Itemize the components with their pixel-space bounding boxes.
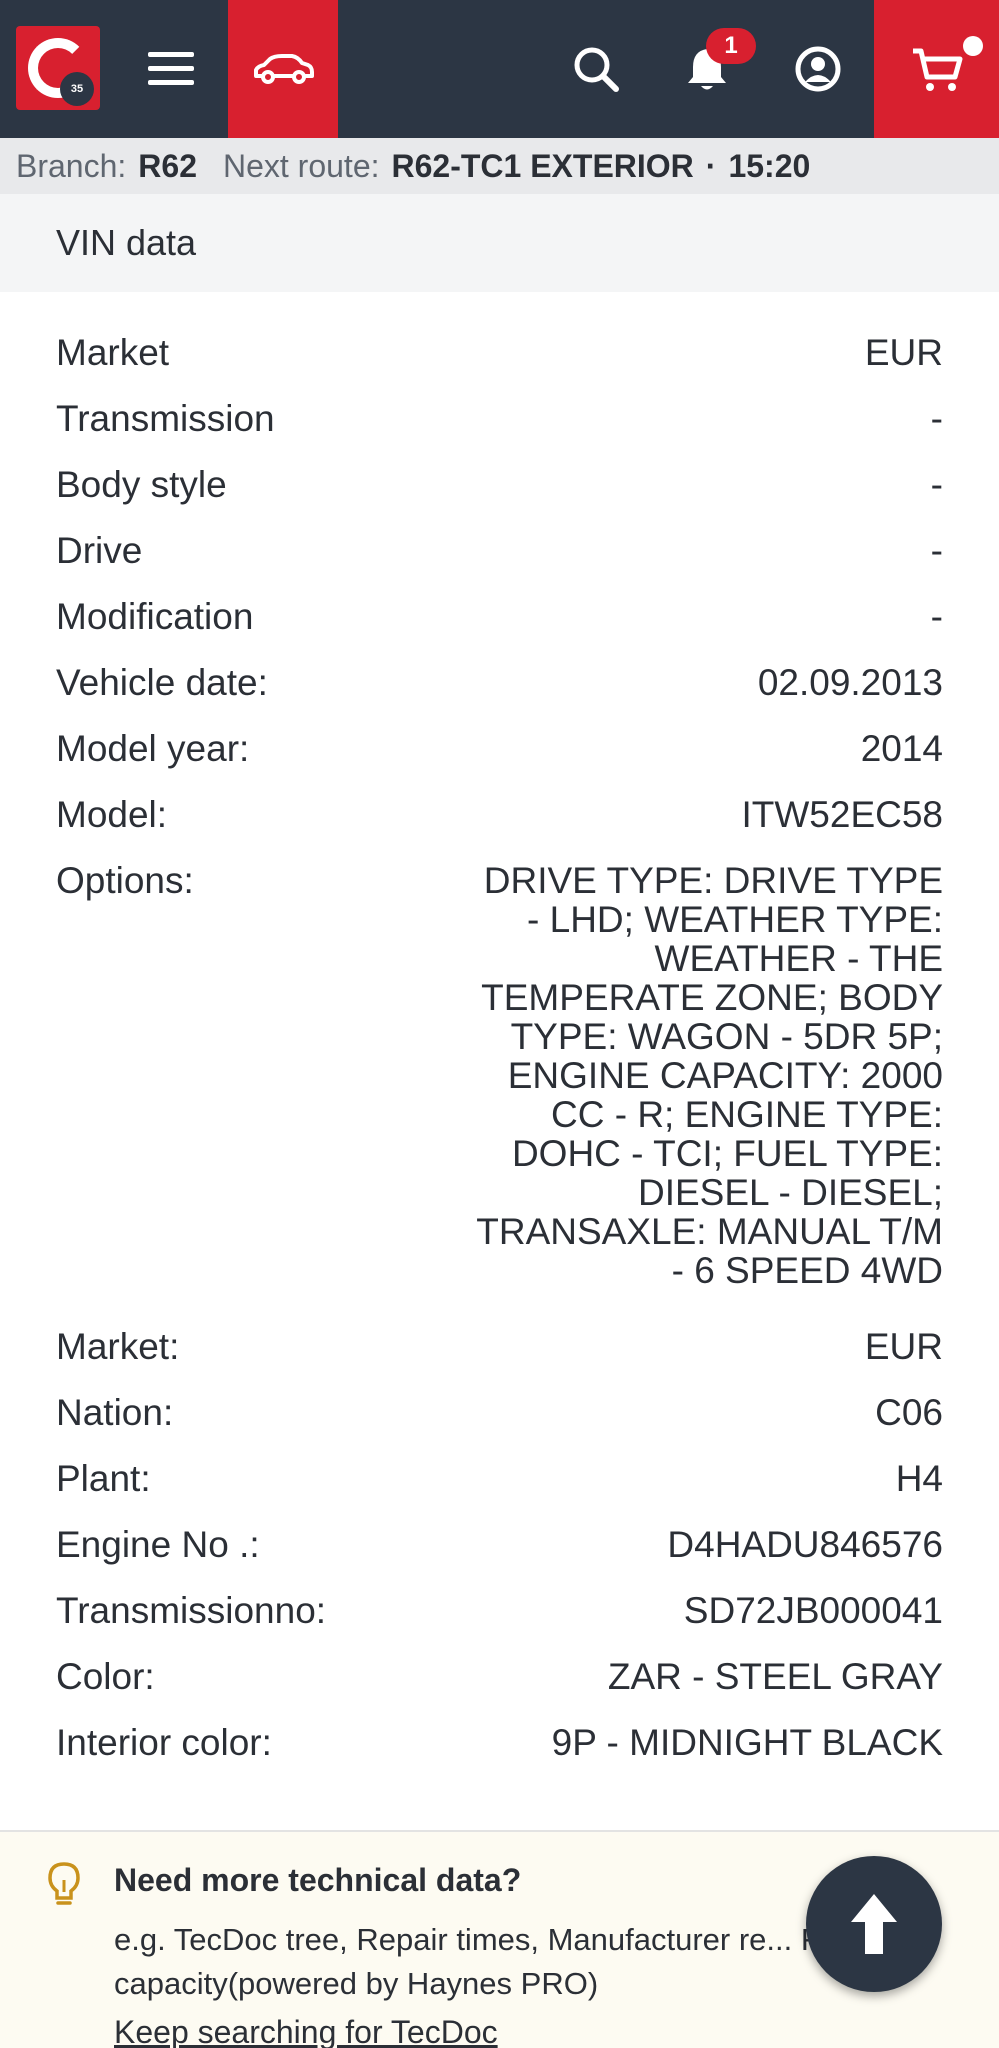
row-value: 2014: [860, 728, 943, 769]
search-button[interactable]: [561, 34, 631, 104]
next-route-label: Next route:: [222, 147, 380, 184]
cart-indicator-dot: [963, 36, 983, 56]
row-value: -: [930, 464, 943, 505]
vin-row-plant: Plant: H4: [56, 1446, 943, 1512]
row-label: Model:: [56, 794, 168, 835]
row-label: Nation:: [56, 1392, 174, 1433]
vin-row-modification: Modification -: [56, 584, 943, 650]
row-label: Options:: [56, 860, 194, 901]
row-value: D4HADU846576: [667, 1524, 943, 1565]
car-icon: [254, 54, 314, 84]
vin-row-interior-color: Interior color: 9P - MIDNIGHT BLACK: [56, 1710, 943, 1776]
vin-row-market: Market EUR: [56, 320, 943, 386]
vin-row-transmission: Transmission -: [56, 386, 943, 452]
vin-row-market-code: Market: EUR: [56, 1314, 943, 1380]
row-value: DRIVE TYPE: DRIVE TYPE - LHD; WEATHER TY…: [476, 860, 943, 1291]
row-value: C06: [875, 1392, 943, 1433]
row-value: 02.09.2013: [757, 662, 943, 703]
scroll-to-top-button[interactable]: [806, 1856, 942, 1992]
row-value: EUR: [864, 332, 943, 373]
row-label: Interior color:: [56, 1722, 272, 1763]
tecdoc-search-link[interactable]: Keep searching for TecDoc: [114, 2014, 498, 2048]
user-icon: [795, 46, 841, 92]
account-button[interactable]: [783, 34, 853, 104]
vin-row-vehicle-date: Vehicle date: 02.09.2013: [56, 650, 943, 716]
row-value: -: [930, 530, 943, 571]
hamburger-icon[interactable]: [148, 52, 194, 86]
vin-row-engine-no: Engine No .: D4HADU846576: [56, 1512, 943, 1578]
logo-badge: 35: [60, 72, 94, 106]
row-value: 9P - MIDNIGHT BLACK: [551, 1722, 943, 1763]
vin-row-color: Color: ZAR - STEEL GRAY: [56, 1644, 943, 1710]
row-label: Plant:: [56, 1458, 151, 1499]
vin-row-options: Options: DRIVE TYPE: DRIVE TYPE - LHD; W…: [56, 848, 943, 1314]
row-label: Transmissionno:: [56, 1590, 327, 1631]
row-value: -: [930, 398, 943, 439]
row-value: ITW52EC58: [741, 794, 943, 835]
row-label: Market: [56, 332, 170, 373]
vin-row-drive: Drive -: [56, 518, 943, 584]
row-label: Modification: [56, 596, 254, 637]
row-label: Engine No .:: [56, 1524, 260, 1565]
section-title: VIN data: [0, 194, 999, 292]
cart-button[interactable]: [874, 0, 999, 138]
vin-row-transmission-no: Transmissionno: SD72JB000041: [56, 1578, 943, 1644]
notification-count-badge: 1: [706, 28, 756, 64]
row-label: Color:: [56, 1656, 155, 1697]
vehicle-button[interactable]: [228, 0, 338, 138]
row-value: EUR: [864, 1326, 943, 1367]
route-separator: ·: [705, 147, 717, 184]
row-label: Body style: [56, 464, 227, 505]
row-label: Market:: [56, 1326, 180, 1367]
top-navigation-bar: 35 1: [0, 0, 999, 138]
vin-row-nation: Nation: C06: [56, 1380, 943, 1446]
vin-row-model: Model: ITW52EC58: [56, 782, 943, 848]
next-route-value: R62-TC1 EXTERIOR: [391, 147, 694, 184]
row-label: Vehicle date:: [56, 662, 268, 703]
search-icon: [574, 47, 619, 92]
row-label: Transmission: [56, 398, 275, 439]
vin-row-body-style: Body style -: [56, 452, 943, 518]
branch-route-strip: Branch: R62 Next route: R62-TC1 EXTERIOR…: [0, 138, 999, 194]
row-label: Drive: [56, 530, 143, 571]
row-value: H4: [895, 1458, 943, 1499]
tip-title: Need more technical data?: [114, 1862, 522, 1898]
vin-row-model-year: Model year: 2014: [56, 716, 943, 782]
arrow-up-icon: [851, 1894, 897, 1954]
row-value: ZAR - STEEL GRAY: [607, 1656, 943, 1697]
branch-value: R62: [138, 147, 197, 184]
lightbulb-icon: [48, 1862, 80, 1905]
row-value: -: [930, 596, 943, 637]
next-route-time: 15:20: [728, 147, 811, 184]
branch-label: Branch:: [16, 147, 127, 184]
row-value: SD72JB000041: [683, 1590, 943, 1631]
cart-icon: [912, 48, 962, 91]
brand-logo[interactable]: 35: [16, 26, 100, 110]
row-label: Model year:: [56, 728, 250, 769]
vin-data-list: Market EUR Transmission - Body style - D…: [56, 320, 943, 1776]
